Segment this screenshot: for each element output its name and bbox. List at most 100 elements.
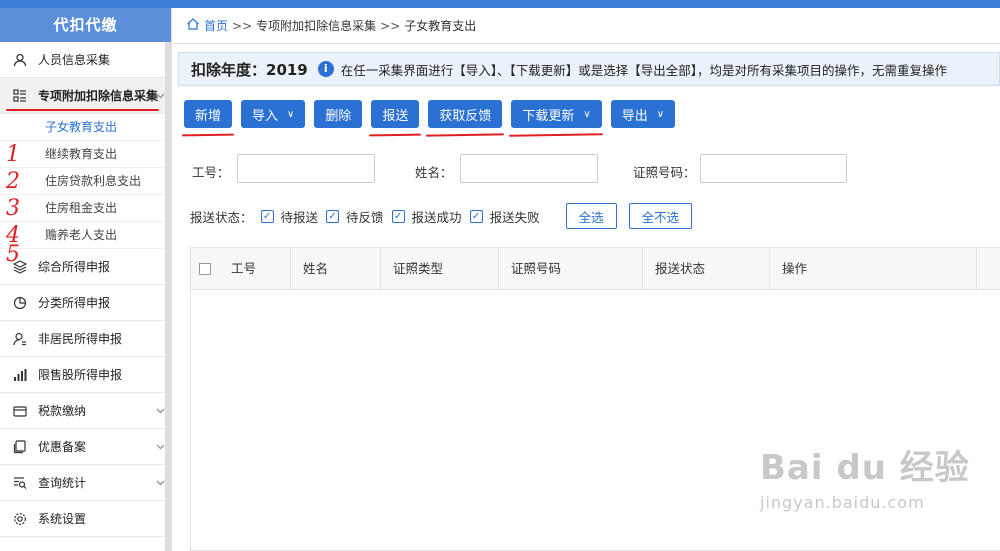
- sidebar-subitem-continuing-education[interactable]: 1 继续教育支出: [0, 141, 171, 168]
- sidebar-item-restricted-shares[interactable]: 限售股所得申报: [0, 357, 171, 393]
- annotation-underline: [6, 109, 159, 111]
- chevron-down-icon: [156, 89, 165, 103]
- select-all-button[interactable]: 全选: [565, 203, 617, 229]
- sidebar-item-query-statistics[interactable]: 查询统计: [0, 465, 171, 501]
- download-update-button-label: 下载更新: [522, 108, 575, 124]
- sidebar-item-label: 限售股所得申报: [38, 368, 123, 382]
- sidebar-item-label: 分类所得申报: [38, 296, 111, 310]
- sidebar-item-label: 综合所得申报: [38, 260, 111, 274]
- column-header[interactable]: 操作: [770, 247, 977, 290]
- sidebar-item-label: 查询统计: [38, 476, 87, 490]
- baidu-jingyan-watermark: Bai du 经验 jingyan.baidu.com: [760, 440, 990, 540]
- watermark-url: jingyan.baidu.com: [760, 493, 925, 512]
- home-icon[interactable]: [186, 17, 200, 34]
- sidebar-item-label: 系统设置: [38, 512, 87, 526]
- sidebar-subitem-label: 继续教育支出: [45, 147, 118, 161]
- sidebar-item-preferential-filing[interactable]: 优惠备案: [0, 429, 171, 465]
- watermark-brand: Bai du 经验: [760, 448, 970, 488]
- header-select-all-checkbox[interactable]: [191, 248, 219, 290]
- chevron-down-icon: [156, 404, 165, 418]
- breadcrumb-level1[interactable]: 专项附加扣除信息采集: [256, 17, 376, 34]
- deduction-year-label: 扣除年度：2019: [191, 60, 308, 79]
- info-icon: i: [317, 61, 334, 77]
- submit-button-label: 报送: [382, 108, 409, 124]
- select-none-button[interactable]: 全不选: [628, 203, 693, 229]
- annotation-number: 2: [6, 169, 20, 194]
- sidebar-item-nonresident-income[interactable]: 非居民所得申报: [0, 321, 171, 357]
- checkbox-pending-submit[interactable]: ✓: [260, 209, 274, 223]
- breadcrumb-current: 子女教育支出: [404, 19, 477, 33]
- list-icon: [12, 88, 28, 104]
- download-update-button[interactable]: 下载更新 ∨: [509, 100, 604, 137]
- action-toolbar: 新增 导入 ∨ 删除 报送 获取反馈 下载更新 ∨ 导出 ∨: [181, 100, 684, 137]
- search-filters: 工号： 姓名： 证照号码：: [190, 154, 1000, 184]
- annotation-number: 1: [6, 142, 20, 167]
- id-number-input[interactable]: [700, 154, 847, 183]
- sidebar-subitem-label: 子女教育支出: [45, 120, 118, 134]
- sidebar-item-label: 优惠备案: [38, 440, 87, 454]
- submission-status-filter: 报送状态： ✓ 待报送 ✓ 待反馈 ✓ 报送成功 ✓ 报送失败 全选 全不选: [190, 203, 990, 229]
- id-number-label: 证照号码：: [633, 165, 696, 180]
- sidebar-item-personnel[interactable]: 人员信息采集: [0, 42, 171, 78]
- status-label: 报送状态：: [190, 209, 253, 225]
- wallet-icon: [12, 403, 28, 419]
- status-option-label: 报送失败: [489, 209, 540, 225]
- export-button[interactable]: 导出 ∨: [610, 100, 676, 128]
- sidebar-item-classified-income[interactable]: 分类所得申报: [0, 285, 171, 321]
- annotation-number: 3: [6, 196, 20, 221]
- column-header[interactable]: 姓名: [291, 247, 381, 290]
- import-button[interactable]: 导入 ∨: [241, 100, 306, 128]
- sidebar-item-special-deduction[interactable]: 专项附加扣除信息采集: [0, 78, 171, 114]
- column-header[interactable]: 证照号码: [499, 247, 643, 290]
- sidebar-subitem-label: 住房贷款利息支出: [45, 174, 142, 188]
- breadcrumb: 首页 >> 专项附加扣除信息采集 >> 子女教育支出: [172, 8, 1000, 44]
- add-button[interactable]: 新增: [181, 100, 235, 137]
- get-feedback-button[interactable]: 获取反馈: [426, 100, 505, 137]
- column-header[interactable]: 证照类型: [381, 247, 499, 290]
- sidebar: 代扣代缴 人员信息采集 专项附加扣除信息采集 子女教育支出 1 继续教育支出 2…: [0, 8, 172, 551]
- breadcrumb-home-link[interactable]: 首页: [204, 17, 228, 34]
- checkbox-submit-failed[interactable]: ✓: [469, 209, 483, 223]
- sidebar-subitem-elderly-support[interactable]: 4 赡养老人支出: [0, 222, 171, 249]
- add-button-label: 新增: [195, 108, 222, 124]
- sidebar-scrollbar[interactable]: [165, 42, 171, 551]
- sidebar-subitem-child-education[interactable]: 子女教育支出: [0, 114, 171, 141]
- bar-chart-icon: [12, 367, 28, 383]
- status-option-label: 报送成功: [411, 209, 462, 225]
- sidebar-item-label: 人员信息采集: [38, 53, 111, 67]
- import-button-label: 导入: [252, 108, 279, 124]
- employee-id-input[interactable]: [237, 154, 375, 183]
- name-input[interactable]: [460, 154, 598, 183]
- submit-button[interactable]: 报送: [369, 100, 422, 137]
- sidebar-item-label: 税款缴纳: [38, 404, 87, 418]
- gear-icon: [12, 511, 28, 527]
- employee-id-label: 工号：: [192, 165, 230, 180]
- copy-icon: [12, 439, 28, 455]
- sidebar-subitem-label: 赡养老人支出: [45, 228, 118, 242]
- sidebar-subitem-label: 住房租金支出: [45, 201, 118, 215]
- annotation-underline: [426, 133, 505, 137]
- chevron-down-icon: ∨: [583, 108, 591, 120]
- delete-button[interactable]: 删除: [314, 100, 363, 128]
- get-feedback-button-label: 获取反馈: [439, 108, 492, 124]
- info-message: 在任一采集界面进行【导入】、【下载更新】或是选择【导出全部】，均是对所有采集项目…: [340, 62, 948, 78]
- checkbox-pending-feedback[interactable]: ✓: [326, 209, 340, 223]
- checkbox-submit-success[interactable]: ✓: [391, 209, 405, 223]
- breadcrumb-separator: >>: [232, 18, 253, 33]
- app-logo: 代扣代缴: [0, 8, 171, 42]
- top-accent-bar: [0, 0, 1000, 8]
- breadcrumb-separator: >>: [380, 18, 401, 33]
- sidebar-subitem-housing-loan[interactable]: 2 住房贷款利息支出: [0, 168, 171, 195]
- export-button-label: 导出: [621, 108, 648, 124]
- sidebar-item-comprehensive-income[interactable]: 综合所得申报: [0, 249, 171, 285]
- search-list-icon: [12, 475, 28, 491]
- column-header[interactable]: 报送状态: [643, 247, 770, 290]
- sidebar-item-tax-payment[interactable]: 税款缴纳: [0, 393, 171, 429]
- chevron-down-icon: [156, 476, 165, 490]
- sidebar-item-system-settings[interactable]: 系统设置: [0, 501, 171, 537]
- column-header[interactable]: 工号: [219, 247, 291, 290]
- sidebar-subitem-housing-rent[interactable]: 3 住房租金支出: [0, 195, 171, 222]
- person-icon: [12, 52, 28, 68]
- table-header: 工号 姓名 证照类型 证照号码 报送状态 操作: [191, 247, 1000, 290]
- annotation-underline: [369, 133, 422, 137]
